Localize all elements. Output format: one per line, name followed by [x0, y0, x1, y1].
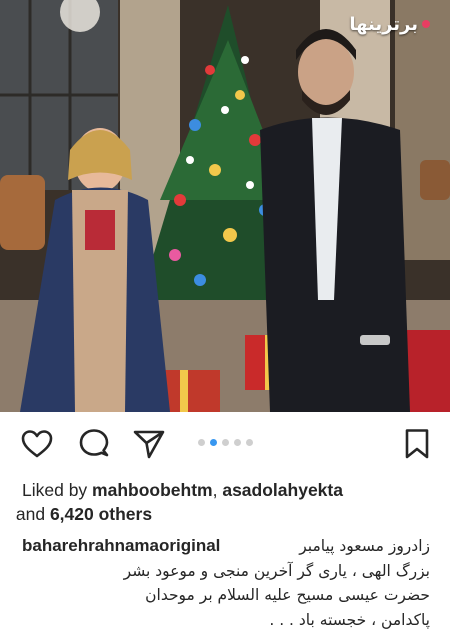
- post-action-bar: [0, 412, 450, 474]
- caption-line: پاکدامن ، خجسته باد . . .: [269, 610, 430, 629]
- watermark-text: برترینها: [349, 13, 418, 35]
- caption-username-link[interactable]: baharehrahnamaoriginal: [22, 534, 220, 559]
- carousel-dot: [233, 439, 241, 446]
- post-caption: baharehrahnamaoriginal زادروز مسعود پیام…: [22, 534, 430, 632]
- post-photo-illustration: [0, 0, 450, 412]
- likes-summary: Liked by mahboobehtm, asadolahyekta and …: [16, 478, 432, 526]
- carousel-dot-active: [209, 439, 217, 446]
- carousel-dot: [221, 439, 229, 446]
- post-photo[interactable]: برترینها: [0, 0, 450, 412]
- likes-prefix: Liked by: [22, 480, 93, 500]
- caption-line: بزرگ الهی ، یاری گر آخرین منجی و موعود ب…: [123, 561, 430, 580]
- likes-others-link[interactable]: 6,420 others: [50, 504, 152, 524]
- bookmark-icon: [405, 429, 429, 459]
- save-button[interactable]: [399, 426, 435, 462]
- carousel-indicator: [0, 439, 450, 446]
- likes-and: and: [15, 504, 50, 524]
- watermark-dot: [422, 20, 430, 28]
- carousel-dot: [245, 439, 253, 446]
- caption-line: زادروز مسعود پیامبر: [299, 537, 430, 555]
- watermark-logo: برترینها: [341, 6, 438, 42]
- likes-separator: ,: [212, 480, 223, 500]
- liked-by-user-link[interactable]: mahboobehtm: [92, 480, 213, 500]
- carousel-dot: [197, 439, 205, 446]
- liked-by-user-link[interactable]: asadolahyekta: [222, 480, 343, 500]
- caption-line: حضرت عیسی مسیح علیه السلام بر موحدان: [145, 586, 430, 604]
